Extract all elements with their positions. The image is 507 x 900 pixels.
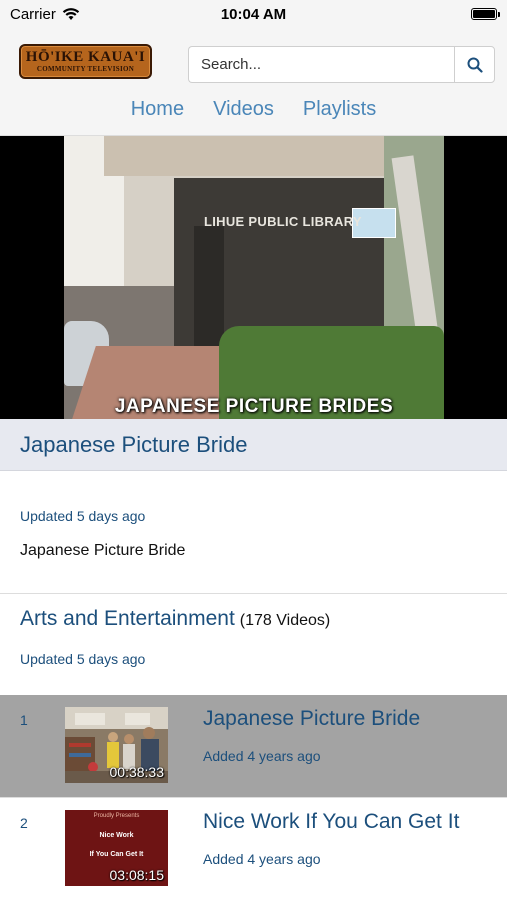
video-updated: Updated 5 days ago bbox=[20, 508, 146, 524]
logo-subtitle: COMMUNITY TELEVISION bbox=[36, 64, 135, 73]
playlist-item-thumbnail: Proudly Presents Nice Work If You Can Ge… bbox=[65, 810, 168, 886]
playlist-item-title[interactable]: Japanese Picture Bride bbox=[203, 707, 420, 731]
search-input[interactable] bbox=[188, 46, 454, 83]
search-bar bbox=[188, 46, 495, 83]
site-logo[interactable]: HŌ'IKE KAUA'I COMMUNITY TELEVISION bbox=[19, 44, 152, 79]
carrier-label: Carrier bbox=[10, 5, 56, 23]
video-title-bar: Japanese Picture Bride bbox=[0, 419, 507, 471]
playlist-item-duration: 03:08:15 bbox=[109, 867, 165, 883]
site-header: HŌ'IKE KAUA'I COMMUNITY TELEVISION Home … bbox=[0, 28, 507, 136]
playlist-item-title[interactable]: Nice Work If You Can Get It bbox=[203, 810, 459, 834]
video-description: Japanese Picture Bride bbox=[20, 542, 186, 559]
main-nav: Home Videos Playlists bbox=[0, 98, 507, 121]
nav-home[interactable]: Home bbox=[131, 98, 184, 121]
battery-icon bbox=[471, 8, 500, 20]
playlist-item-added: Added 4 years ago bbox=[203, 748, 321, 764]
search-button[interactable] bbox=[454, 46, 495, 83]
video-player[interactable]: LIHUE PUBLIC LIBRARY JAPANESE PICTURE BR… bbox=[0, 136, 507, 419]
nav-videos[interactable]: Videos bbox=[213, 98, 274, 121]
playlist-item-thumbnail: 00:38:33 bbox=[65, 707, 168, 783]
video-title: Japanese Picture Bride bbox=[20, 431, 248, 457]
search-icon bbox=[467, 57, 483, 73]
playlist-header: Arts and Entertainment (178 Videos) Upda… bbox=[0, 595, 507, 695]
playlist-item-duration: 00:38:33 bbox=[109, 764, 165, 780]
playlist-title-group: Arts and Entertainment (178 Videos) bbox=[20, 607, 330, 631]
thumbnail-line3: If You Can Get It bbox=[89, 851, 144, 858]
playlist-name[interactable]: Arts and Entertainment bbox=[20, 607, 235, 631]
playlist-item[interactable]: 1 00:38:33 Japanese Picture Bride Added … bbox=[0, 695, 507, 797]
playlist-item-number: 1 bbox=[20, 712, 28, 728]
thumbnail-line1: Proudly Presents bbox=[93, 813, 140, 819]
playlist-count: (178 Videos) bbox=[239, 612, 331, 629]
carrier-group: Carrier bbox=[10, 6, 80, 23]
playlist-item-added: Added 4 years ago bbox=[203, 851, 321, 867]
video-info: Updated 5 days ago Japanese Picture Brid… bbox=[0, 472, 507, 594]
video-sign-text: LIHUE PUBLIC LIBRARY bbox=[204, 214, 362, 229]
wifi-icon bbox=[62, 7, 80, 20]
thumbnail-line2: Nice Work bbox=[99, 832, 134, 839]
status-bar: Carrier 10:04 AM bbox=[0, 0, 507, 28]
logo-title: HŌ'IKE KAUA'I bbox=[25, 48, 146, 65]
nav-playlists[interactable]: Playlists bbox=[303, 98, 376, 121]
video-caption: JAPANESE PICTURE BRIDES bbox=[114, 396, 394, 417]
playlist-updated: Updated 5 days ago bbox=[20, 651, 146, 667]
video-frame: LIHUE PUBLIC LIBRARY JAPANESE PICTURE BR… bbox=[64, 136, 444, 419]
playlist-item-number: 2 bbox=[20, 815, 28, 831]
playlist-item[interactable]: 2 Proudly Presents Nice Work If You Can … bbox=[0, 797, 507, 899]
